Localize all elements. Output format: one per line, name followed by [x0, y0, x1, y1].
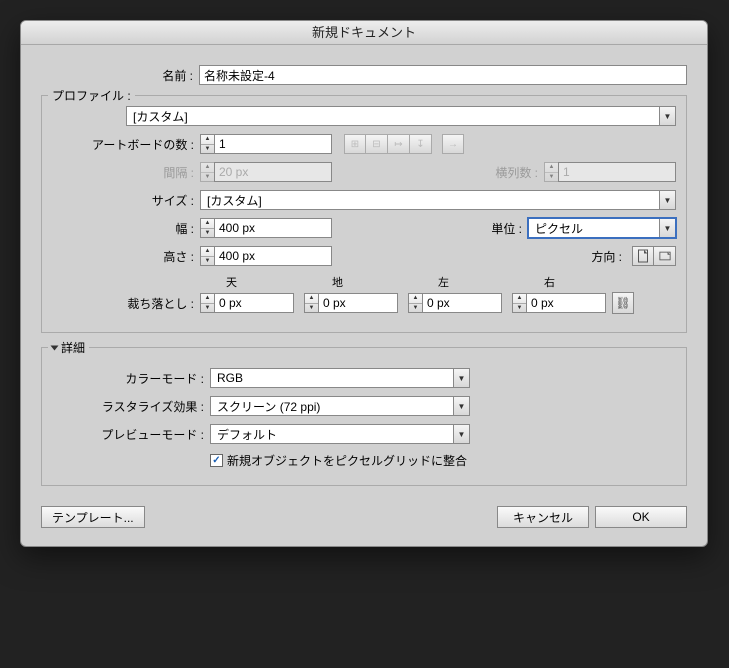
artboard-count-label: アートボードの数 :	[52, 136, 200, 153]
arrange-ltr-icon: →	[442, 134, 464, 154]
name-input[interactable]	[199, 65, 687, 85]
bleed-left-input[interactable]	[422, 293, 502, 313]
chevron-down-icon: ▼	[659, 107, 675, 125]
artboard-count-input[interactable]	[214, 134, 332, 154]
profile-label: プロファイル :	[48, 87, 135, 104]
ok-button[interactable]: OK	[595, 506, 687, 528]
grid-by-row-icon: ⊞	[344, 134, 366, 154]
titlebar: 新規ドキュメント	[21, 21, 707, 45]
advanced-legend: 詳細	[61, 339, 85, 356]
bleed-label: 裁ち落とし :	[52, 295, 200, 312]
bleed-link-button[interactable]: ⛓	[612, 292, 634, 314]
spacing-stepper: ▲▼	[200, 162, 332, 182]
preview-label: プレビューモード :	[52, 426, 210, 443]
raster-select[interactable]: スクリーン (72 ppi) ▼	[210, 396, 470, 416]
columns-input	[558, 162, 676, 182]
units-select[interactable]: ピクセル ▼	[527, 217, 677, 239]
preview-select[interactable]: デフォルト ▼	[210, 424, 470, 444]
width-input[interactable]	[214, 218, 332, 238]
bleed-bottom-input[interactable]	[318, 293, 398, 313]
columns-label: 横列数 :	[474, 164, 544, 181]
spacing-label: 間隔 :	[52, 164, 200, 181]
bleed-left-stepper[interactable]: ▲▼	[408, 293, 502, 313]
bleed-right-header: 右	[528, 274, 634, 290]
size-select[interactable]: [カスタム] ▼	[200, 190, 676, 210]
colormode-label: カラーモード :	[52, 370, 210, 387]
artboard-count-stepper[interactable]: ▲▼	[200, 134, 332, 154]
disclosure-triangle-icon[interactable]	[51, 345, 59, 350]
bleed-top-header: 天	[210, 274, 316, 290]
size-label: サイズ :	[52, 192, 200, 209]
chevron-down-icon: ▼	[659, 219, 675, 237]
arrange-right-icon: ↦	[388, 134, 410, 154]
bleed-bottom-stepper[interactable]: ▲▼	[304, 293, 398, 313]
height-label: 高さ :	[52, 248, 200, 265]
link-icon: ⛓	[615, 296, 630, 310]
colormode-select[interactable]: RGB ▼	[210, 368, 470, 388]
spacing-input	[214, 162, 332, 182]
width-label: 幅 :	[52, 220, 200, 237]
main-group: プロファイル : [カスタム] ▼ アートボードの数 : ▲▼ ⊞ ⊟ ↦	[41, 95, 687, 333]
raster-label: ラスタライズ効果 :	[52, 398, 210, 415]
bleed-top-input[interactable]	[214, 293, 294, 313]
check-icon: ✓	[210, 454, 223, 467]
bleed-bottom-header: 地	[316, 274, 422, 290]
chevron-down-icon: ▼	[453, 397, 469, 415]
bleed-top-stepper[interactable]: ▲▼	[200, 293, 294, 313]
bleed-right-stepper[interactable]: ▲▼	[512, 293, 606, 313]
chevron-down-icon: ▼	[659, 191, 675, 209]
cancel-button[interactable]: キャンセル	[497, 506, 589, 528]
height-input[interactable]	[214, 246, 332, 266]
bleed-left-header: 左	[422, 274, 528, 290]
grid-by-col-icon: ⊟	[366, 134, 388, 154]
align-pixel-grid-label: 新規オブジェクトをピクセルグリッドに整合	[227, 452, 467, 469]
advanced-group: 詳細 カラーモード : RGB ▼ ラスタライズ効果 : スクリーン (72 p…	[41, 347, 687, 486]
orientation-portrait-button[interactable]	[632, 246, 654, 266]
name-label: 名前 :	[41, 67, 199, 84]
new-document-dialog: 新規ドキュメント 名前 : プロファイル : [カスタム] ▼ アートボードの数…	[20, 20, 708, 547]
height-stepper[interactable]: ▲▼	[200, 246, 332, 266]
width-stepper[interactable]: ▲▼	[200, 218, 332, 238]
orientation-label: 方向 :	[568, 248, 628, 265]
orientation-landscape-button[interactable]	[654, 246, 676, 266]
chevron-down-icon: ▼	[453, 369, 469, 387]
units-label: 単位 :	[468, 220, 528, 237]
columns-stepper: ▲▼	[544, 162, 676, 182]
arrange-down-icon: ↧	[410, 134, 432, 154]
bleed-right-input[interactable]	[526, 293, 606, 313]
template-button[interactable]: テンプレート...	[41, 506, 145, 528]
align-pixel-grid-checkbox[interactable]: ✓ 新規オブジェクトをピクセルグリッドに整合	[210, 452, 467, 469]
profile-select[interactable]: [カスタム] ▼	[126, 106, 676, 126]
chevron-down-icon: ▼	[453, 425, 469, 443]
